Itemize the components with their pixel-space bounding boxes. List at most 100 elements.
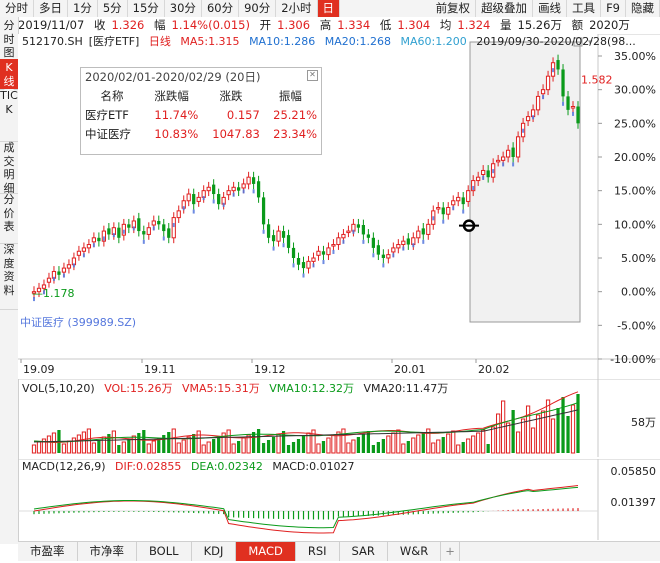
left-tab-1[interactable]: K线图: [0, 59, 18, 101]
vol-title: VOL(5,10,20): [22, 382, 95, 395]
indicator-tab-1[interactable]: 市净率: [78, 542, 137, 561]
toolbar-item-2[interactable]: 1分: [68, 0, 98, 17]
candle-body: [466, 190, 471, 202]
candle-body: [561, 69, 565, 97]
candle-body: [271, 235, 276, 242]
toolbar-item-6[interactable]: 60分: [202, 0, 240, 17]
indicator-tab-5[interactable]: RSI: [296, 542, 340, 561]
overlay-bar: [552, 68, 555, 73]
overlay-bar: [572, 111, 575, 116]
candle-body: [192, 194, 196, 205]
toolbar-item-13[interactable]: 工具: [567, 0, 602, 17]
x-tick-label: 19.11: [144, 363, 176, 376]
volume-bar: [356, 437, 361, 453]
overlay-index-label: 中证医疗 (399989.SZ): [20, 315, 136, 329]
candle-body: [276, 230, 281, 242]
toolbar-item-0[interactable]: 分时: [0, 0, 34, 17]
indicator-tab-2[interactable]: BOLL: [137, 542, 192, 561]
overlay-bar: [52, 276, 55, 281]
toolbar-item-3[interactable]: 5分: [98, 0, 128, 17]
candle-body: [61, 267, 67, 273]
toolbar-item-12[interactable]: 画线: [533, 0, 568, 17]
quote-volume-label: 量: [500, 18, 512, 32]
x-tick-label: 20.01: [394, 363, 426, 376]
toolbar-item-9[interactable]: 日: [317, 0, 341, 17]
candle-body: [476, 176, 481, 182]
volume-bar: [146, 443, 151, 454]
toolbar-item-14[interactable]: F9: [601, 0, 626, 17]
add-tab-icon[interactable]: +: [441, 542, 460, 561]
header-name: 名称: [100, 88, 124, 103]
overlay-bar: [462, 209, 465, 214]
candle-body: [246, 176, 251, 185]
candle-body: [461, 197, 465, 205]
indicator-tab-6[interactable]: SAR: [340, 542, 388, 561]
overlay-bar: [342, 239, 345, 244]
volume-bar: [530, 427, 536, 454]
stats-row: 中证医疗 10.83% 1047.83 23.34%: [81, 124, 319, 143]
toolbar-item-5[interactable]: 30分: [165, 0, 202, 17]
candle-body: [127, 224, 131, 228]
indicator-tab-4[interactable]: MACD: [236, 542, 296, 561]
stats-header-row: 名称 涨跌幅 涨跌 振幅: [81, 86, 319, 105]
candle-body: [206, 186, 211, 192]
quote-volume: 15.26万: [517, 18, 562, 32]
toolbar-item-4[interactable]: 15分: [128, 0, 165, 17]
volume-bar: [167, 432, 171, 453]
macd-y-tick: 0.01397: [611, 496, 657, 509]
volume-bar: [421, 432, 425, 453]
row-amp: 23.34%: [273, 126, 317, 141]
volume-bar: [476, 432, 481, 454]
header-pct: 涨跌幅: [154, 88, 189, 103]
volume-bar: [117, 445, 121, 453]
volume-bar: [381, 439, 385, 453]
indicator-tab-3[interactable]: KDJ: [192, 542, 237, 561]
left-tab-2[interactable]: TICK: [0, 87, 18, 142]
candle-body: [326, 247, 331, 256]
overlay-bar: [272, 246, 275, 251]
indicator-tab-7[interactable]: W&R: [388, 542, 442, 561]
toolbar-item-10[interactable]: 前复权: [431, 0, 477, 17]
candle-body: [241, 183, 246, 189]
overlay-bar: [492, 169, 495, 174]
volume-bar: [127, 439, 131, 453]
volume-bar: [436, 439, 441, 454]
overlay-bar: [312, 263, 315, 268]
left-tab-5[interactable]: 深度资料: [0, 241, 18, 310]
toolbar-item-11[interactable]: 超级叠加: [476, 0, 534, 17]
volume-bar: [142, 430, 146, 453]
chart-period: 日线: [148, 35, 171, 48]
quote-open-label: 开: [259, 18, 272, 32]
overlay-bar: [212, 199, 215, 204]
candle-body: [237, 187, 241, 191]
y-tick-label: 5.00%: [621, 252, 656, 265]
volume-bar: [276, 433, 281, 454]
toolbar-item-8[interactable]: 2小时: [276, 0, 318, 17]
ma10-value: MA10:1.286: [249, 35, 316, 48]
left-tab-3[interactable]: 成交明细: [0, 139, 18, 195]
overlay-bar: [452, 206, 455, 211]
volume-bar: [520, 418, 526, 454]
range-stats-popup[interactable]: 2020/02/01-2020/02/29 (20日) ✕ 名称 涨跌幅 涨跌 …: [80, 67, 322, 155]
candle-body: [162, 224, 166, 232]
candle-body: [157, 220, 161, 225]
toolbar-item-7[interactable]: 90分: [239, 0, 277, 17]
quote-change-label: 幅: [154, 18, 166, 32]
left-tab-0[interactable]: 分时图: [0, 17, 18, 62]
toolbar-item-15[interactable]: 隐藏: [626, 0, 660, 17]
quote-close-label: 收: [93, 18, 106, 32]
candle-body: [441, 207, 445, 215]
toolbar-item-1[interactable]: 多日: [34, 0, 68, 17]
volume-bar: [66, 440, 72, 454]
volume-bar: [561, 397, 565, 453]
overlay-bar: [232, 192, 235, 197]
macd-value: MACD:0.01027: [272, 460, 355, 473]
indicator-tab-0[interactable]: 市盈率: [18, 542, 78, 561]
close-icon[interactable]: ✕: [307, 70, 318, 81]
left-tab-4[interactable]: 分价表: [0, 191, 18, 244]
overlay-bar: [362, 239, 365, 244]
volume-bar: [481, 429, 486, 454]
stats-row: 医疗ETF 11.74% 0.157 25.21%: [81, 105, 319, 124]
candle-body: [212, 184, 216, 195]
volume-bar: [456, 444, 461, 454]
